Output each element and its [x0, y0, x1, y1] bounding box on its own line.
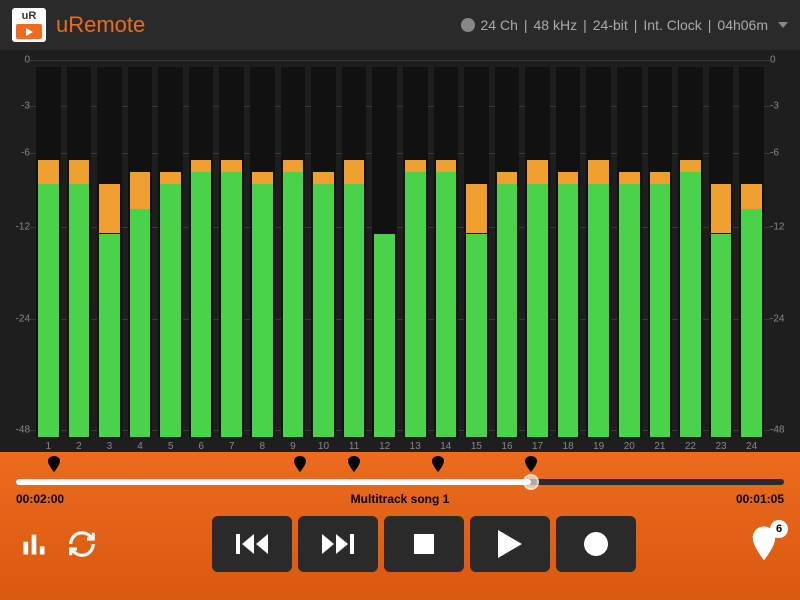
scale-tick: -3: [21, 101, 30, 112]
channel-meter[interactable]: 7: [219, 67, 244, 452]
channel-meter[interactable]: 2: [67, 67, 92, 452]
scale-tick: -24: [770, 314, 784, 325]
marker-pin-icon[interactable]: [525, 456, 537, 472]
status-bar[interactable]: 24 Ch| 48 kHz| 24-bit| Int. Clock| 04h06…: [461, 17, 788, 33]
meter-panel: 0-3-6-12-24-48 0-3-6-12-24-48 1234567891…: [0, 50, 800, 452]
channel-number: 5: [168, 441, 174, 452]
channel-number: 24: [746, 441, 757, 452]
time-position: 00:02:00: [16, 492, 64, 506]
channel-number: 19: [593, 441, 604, 452]
record-button[interactable]: [556, 516, 636, 572]
meters-view-button[interactable]: [16, 526, 52, 562]
status-bitdepth: 24-bit: [593, 17, 628, 33]
app-title: uRemote: [56, 12, 145, 38]
channel-number: 9: [290, 441, 296, 452]
marker-pin-icon[interactable]: [294, 456, 306, 472]
channel-number: 20: [624, 441, 635, 452]
channel-meter[interactable]: 24: [739, 67, 764, 452]
scale-tick: 0: [770, 55, 776, 66]
channel-meter[interactable]: 23: [709, 67, 734, 452]
channel-meter[interactable]: 6: [189, 67, 214, 452]
scale-tick: -48: [16, 425, 30, 436]
channel-number: 18: [563, 441, 574, 452]
song-name: Multitrack song 1: [351, 492, 450, 506]
channel-meter[interactable]: 14: [434, 67, 459, 452]
playhead-handle[interactable]: [523, 474, 539, 490]
channel-number: 6: [198, 441, 204, 452]
time-duration: 00:01:05: [736, 492, 784, 506]
channel-meter[interactable]: 19: [586, 67, 611, 452]
status-channels: 24 Ch: [481, 17, 518, 33]
status-indicator-icon: [461, 18, 475, 32]
channel-number: 10: [318, 441, 329, 452]
channel-number: 15: [471, 441, 482, 452]
channel-number: 14: [440, 441, 451, 452]
channel-number: 2: [76, 441, 82, 452]
scale-tick: -24: [16, 314, 30, 325]
channel-meter[interactable]: 22: [678, 67, 703, 452]
logo-text: uR: [22, 11, 37, 22]
channel-meter[interactable]: 17: [525, 67, 550, 452]
channel-number: 12: [379, 441, 390, 452]
progress-track[interactable]: [16, 474, 784, 490]
app-logo: uR: [12, 8, 46, 42]
channel-meter[interactable]: 9: [281, 67, 306, 452]
refresh-button[interactable]: [64, 526, 100, 562]
channel-number: 13: [410, 441, 421, 452]
marker-pin-icon[interactable]: [48, 456, 60, 472]
channel-meter[interactable]: 4: [128, 67, 153, 452]
channel-number: 22: [685, 441, 696, 452]
channel-meter[interactable]: 10: [311, 67, 336, 452]
play-button[interactable]: [470, 516, 550, 572]
channel-meter[interactable]: 5: [158, 67, 183, 452]
channel-number: 23: [715, 441, 726, 452]
scale-right: 0-3-6-12-24-48: [770, 60, 792, 430]
app-header: uR uRemote 24 Ch| 48 kHz| 24-bit| Int. C…: [0, 0, 800, 50]
next-button[interactable]: [298, 516, 378, 572]
channel-meter[interactable]: 1: [36, 67, 61, 452]
channel-meter[interactable]: 15: [464, 67, 489, 452]
status-samplerate: 48 kHz: [534, 17, 578, 33]
scale-tick: -48: [770, 425, 784, 436]
channel-meter[interactable]: 18: [556, 67, 581, 452]
channel-meter[interactable]: 20: [617, 67, 642, 452]
scale-tick: -12: [16, 221, 30, 232]
stop-button[interactable]: [384, 516, 464, 572]
marker-pin-icon[interactable]: [432, 456, 444, 472]
channel-meter[interactable]: 21: [648, 67, 673, 452]
scale-left: 0-3-6-12-24-48: [8, 60, 30, 430]
channel-meter[interactable]: 3: [97, 67, 122, 452]
channel-number: 8: [260, 441, 266, 452]
marker-list-button[interactable]: 6: [748, 524, 784, 564]
channel-meter[interactable]: 13: [403, 67, 428, 452]
channel-number: 1: [46, 441, 52, 452]
channel-number: 17: [532, 441, 543, 452]
status-clock: Int. Clock: [643, 17, 701, 33]
scale-tick: -6: [21, 147, 30, 158]
chevron-down-icon: [778, 22, 788, 28]
channel-number: 7: [229, 441, 235, 452]
scale-tick: -12: [770, 221, 784, 232]
marker-count-badge: 6: [770, 520, 788, 538]
scale-tick: -3: [770, 101, 779, 112]
transport-panel: 00:02:00 Multitrack song 1 00:01:05: [0, 452, 800, 600]
marker-strip[interactable]: [16, 456, 784, 472]
channel-meter[interactable]: 8: [250, 67, 275, 452]
prev-button[interactable]: [212, 516, 292, 572]
channel-meter[interactable]: 11: [342, 67, 367, 452]
scale-tick: -6: [770, 147, 779, 158]
channel-number: 16: [501, 441, 512, 452]
status-remaining: 04h06m: [717, 17, 768, 33]
channel-number: 11: [349, 441, 359, 452]
channel-number: 4: [137, 441, 143, 452]
marker-pin-icon[interactable]: [348, 456, 360, 472]
channel-meter[interactable]: 12: [372, 67, 397, 452]
channel-meter[interactable]: 16: [495, 67, 520, 452]
channel-number: 21: [654, 441, 665, 452]
channel-number: 3: [107, 441, 113, 452]
meter-bars: 123456789101112131415161718192021222324: [36, 60, 764, 452]
